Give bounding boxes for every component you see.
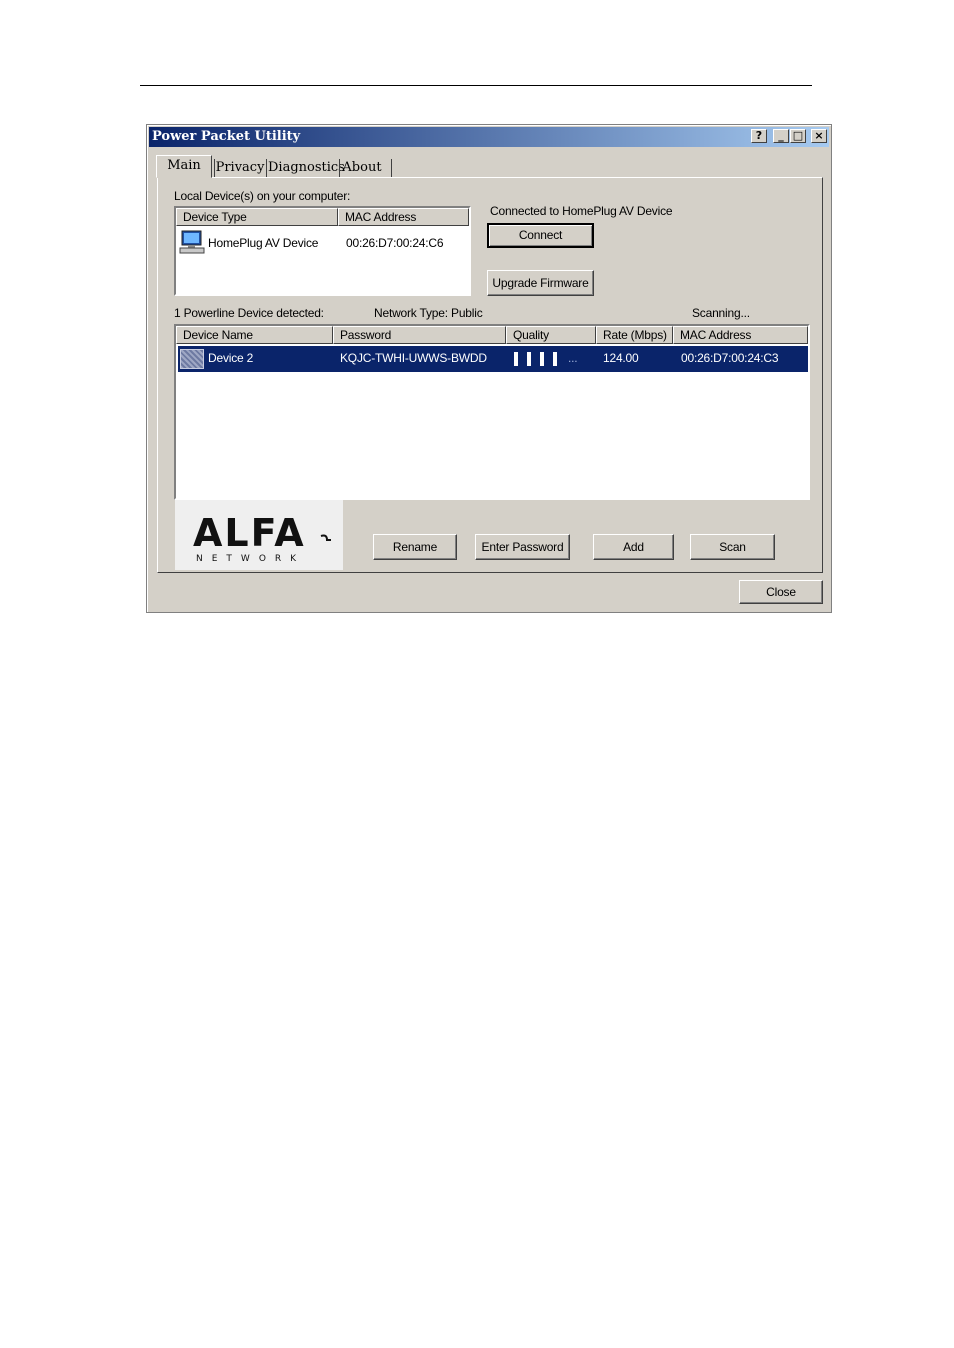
col-rate[interactable]: Rate (Mbps) xyxy=(596,326,673,344)
maximize-button[interactable]: □ xyxy=(790,129,806,143)
tab-about[interactable]: About xyxy=(341,158,383,178)
page-header-rule xyxy=(140,85,812,86)
device-password: KQJC-TWHI-UWWS-BWDD xyxy=(340,351,487,365)
scan-status: Scanning... xyxy=(692,306,750,320)
tab-divider xyxy=(339,159,340,177)
device-rate: 124.00 xyxy=(603,351,639,365)
close-button[interactable]: Close xyxy=(739,580,823,604)
main-tab-panel: Local Device(s) on your computer: Device… xyxy=(157,177,823,573)
help-button[interactable]: ? xyxy=(751,129,767,143)
powerline-device-list[interactable]: Device Name Password Quality Rate (Mbps)… xyxy=(174,324,810,500)
svg-text:ALFA: ALFA xyxy=(193,511,306,555)
alfa-network-logo: ALFA NETWORK xyxy=(175,500,343,570)
connection-status: Connected to HomePlug AV Device xyxy=(490,204,673,218)
title-bar[interactable]: Power Packet Utility ? _ □ × xyxy=(149,127,829,147)
close-window-button[interactable]: × xyxy=(811,129,827,143)
col-device-type[interactable]: Device Type xyxy=(176,208,338,226)
col-device-name[interactable]: Device Name xyxy=(176,326,333,344)
quality-bars xyxy=(514,352,564,366)
scan-button[interactable]: Scan xyxy=(690,534,775,560)
col-password[interactable]: Password xyxy=(333,326,506,344)
col-mac-address[interactable]: MAC Address xyxy=(338,208,469,226)
col-mac-address[interactable]: MAC Address xyxy=(673,326,808,344)
window-title: Power Packet Utility xyxy=(152,129,301,144)
tab-divider xyxy=(266,159,267,177)
list-item[interactable]: HomePlug AV Device 00:26:D7:00:24:C6 xyxy=(176,228,469,256)
col-quality[interactable]: Quality xyxy=(506,326,596,344)
tab-main[interactable]: Main xyxy=(156,155,212,178)
upgrade-firmware-button[interactable]: Upgrade Firmware xyxy=(487,270,594,296)
powerline-detected-count: 1 Powerline Device detected: xyxy=(174,306,324,320)
tab-diagnostics[interactable]: Diagnostics xyxy=(268,158,345,178)
rename-button[interactable]: Rename xyxy=(373,534,457,560)
tab-divider xyxy=(391,159,392,177)
table-row[interactable]: Device 2 KQJC-TWHI-UWWS-BWDD ... 124.00 … xyxy=(178,346,808,372)
enter-password-button[interactable]: Enter Password xyxy=(475,534,570,560)
network-type: Network Type: Public xyxy=(374,306,483,320)
local-device-mac: 00:26:D7:00:24:C6 xyxy=(346,236,444,250)
local-device-list[interactable]: Device Type MAC Address HomePlug AV Devi… xyxy=(174,206,471,296)
svg-text:NETWORK: NETWORK xyxy=(196,554,305,564)
add-button[interactable]: Add xyxy=(593,534,674,560)
quality-more: ... xyxy=(568,351,578,365)
device-name: Device 2 xyxy=(208,351,254,365)
local-devices-caption: Local Device(s) on your computer: xyxy=(174,189,351,203)
power-packet-utility-window: Power Packet Utility ? _ □ × Main Privac… xyxy=(146,124,832,613)
computer-icon xyxy=(179,230,205,254)
minimize-button[interactable]: _ xyxy=(773,129,789,143)
tab-privacy[interactable]: Privacy xyxy=(215,158,265,178)
connect-button[interactable]: Connect xyxy=(487,223,594,248)
local-device-type: HomePlug AV Device xyxy=(208,236,319,250)
device-mac: 00:26:D7:00:24:C3 xyxy=(681,351,779,365)
device-icon xyxy=(180,349,204,369)
